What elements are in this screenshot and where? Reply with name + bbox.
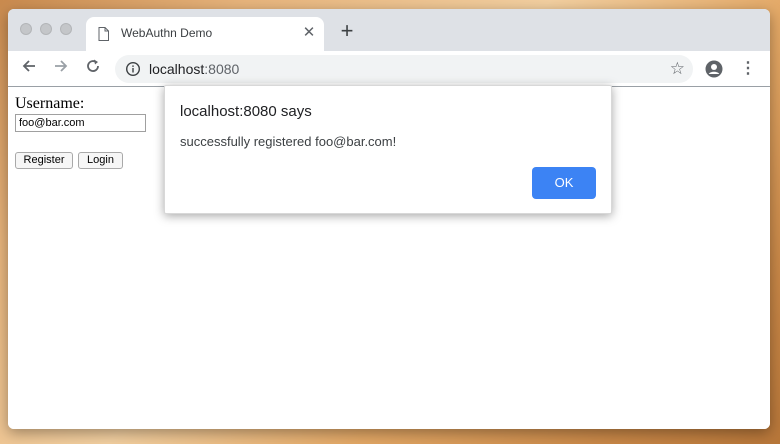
browser-window: WebAuthn Demo ✕ + localhost:8080 ☆ ⋮ Use… [8, 9, 770, 429]
window-close-control[interactable] [20, 23, 32, 35]
forward-arrow-icon[interactable] [49, 57, 73, 81]
browser-toolbar: localhost:8080 ☆ ⋮ [8, 51, 770, 87]
window-maximize-control[interactable] [60, 23, 72, 35]
back-arrow-icon[interactable] [17, 57, 41, 81]
dialog-title: localhost:8080 says [180, 103, 312, 120]
url-port: :8080 [204, 61, 240, 77]
browser-tab[interactable]: WebAuthn Demo ✕ [86, 17, 324, 51]
register-button[interactable]: Register [15, 152, 73, 169]
tab-strip: WebAuthn Demo ✕ + [8, 9, 770, 51]
url-text: localhost:8080 [149, 61, 239, 77]
url-host: localhost [149, 61, 205, 77]
ok-button[interactable]: OK [532, 167, 596, 199]
tab-title: WebAuthn Demo [121, 26, 213, 40]
window-minimize-control[interactable] [40, 23, 52, 35]
username-input[interactable]: foo@bar.com [15, 114, 146, 132]
reload-icon[interactable] [81, 57, 105, 81]
more-vert-icon[interactable]: ⋮ [740, 59, 756, 79]
tab-close-icon[interactable]: ✕ [300, 24, 318, 42]
new-tab-icon[interactable]: + [336, 20, 358, 43]
page-icon [98, 27, 109, 46]
address-bar[interactable]: localhost:8080 ☆ [115, 55, 693, 83]
username-label: Username: [15, 95, 85, 112]
account-icon[interactable] [705, 60, 723, 83]
dialog-message: successfully registered foo@bar.com! [180, 134, 397, 149]
alert-dialog: localhost:8080 says successfully registe… [164, 85, 612, 214]
star-icon[interactable]: ☆ [670, 60, 685, 78]
login-button[interactable]: Login [78, 152, 123, 169]
info-icon[interactable] [125, 61, 141, 82]
